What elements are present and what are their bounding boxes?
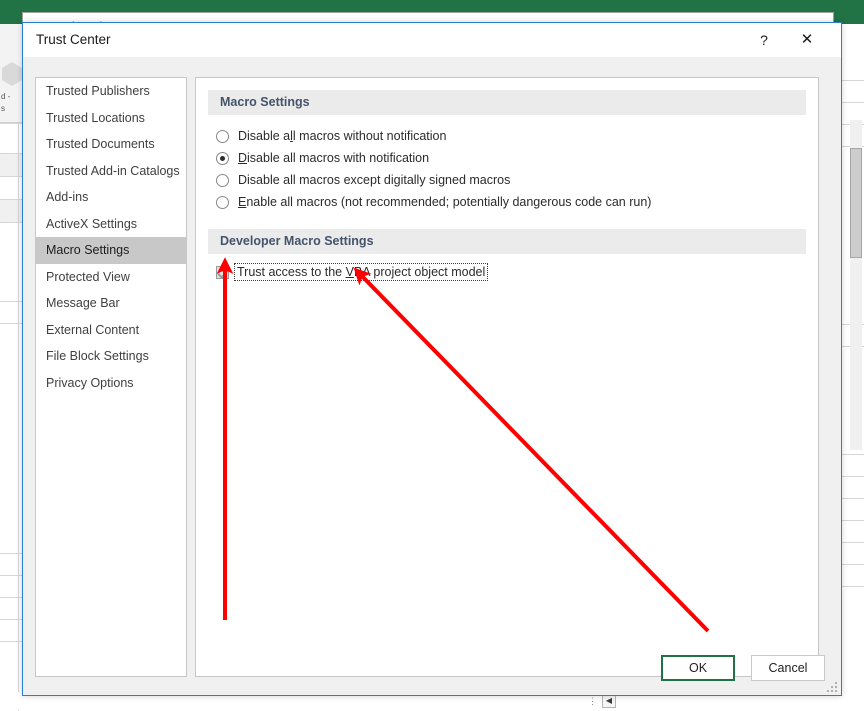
trust-center-content: Trusted Publishers Trusted Locations Tru… xyxy=(23,57,841,695)
excel-sheet-tab-separator: ⋮ xyxy=(588,696,597,706)
checkbox-icon-checked[interactable] xyxy=(216,265,229,279)
radio-icon-checked[interactable] xyxy=(216,151,229,165)
sidebar-item-trusted-documents[interactable]: Trusted Documents xyxy=(36,131,186,158)
macro-settings-section-header: Macro Settings xyxy=(208,90,806,115)
excel-vertical-scrollbar-thumb[interactable] xyxy=(850,148,862,258)
help-icon[interactable]: ? xyxy=(751,28,777,52)
radio-label-disable-all-without-notification: Disable all macros without notification xyxy=(238,129,447,143)
sidebar-item-trusted-publishers[interactable]: Trusted Publishers xyxy=(36,78,186,105)
close-icon[interactable]: ✕ xyxy=(793,28,821,52)
radio-icon-unchecked[interactable] xyxy=(216,173,229,187)
developer-macro-settings-section-header: Developer Macro Settings xyxy=(208,229,806,254)
checkbox-label-prefix: Trust access to the xyxy=(237,265,346,279)
sidebar-item-message-bar[interactable]: Message Bar xyxy=(36,290,186,317)
radio-icon-unchecked[interactable] xyxy=(216,129,229,143)
checkbox-label-trust-access-vba-project: Trust access to the VBA project object m… xyxy=(234,263,489,281)
checkbox-label-suffix: BA project object model xyxy=(353,265,486,279)
excel-ribbon-label-2: s xyxy=(1,104,5,113)
excel-scroll-left-icon[interactable]: ◀ xyxy=(602,694,616,708)
sidebar-item-add-ins[interactable]: Add-ins xyxy=(36,184,186,211)
sidebar-item-trusted-add-in-catalogs[interactable]: Trusted Add-in Catalogs xyxy=(36,158,186,185)
resize-grip-icon[interactable] xyxy=(825,680,837,692)
trust-center-main-pane: Macro Settings Disable all macros withou… xyxy=(195,77,819,677)
radio-enable-all-macros[interactable]: Enable all macros (not recommended; pote… xyxy=(216,191,818,213)
ok-button[interactable]: OK xyxy=(661,655,735,681)
radio-disable-all-with-notification[interactable]: Disable all macros with notification xyxy=(216,147,818,169)
cancel-button[interactable]: Cancel xyxy=(751,655,825,681)
sidebar-item-file-block-settings[interactable]: File Block Settings xyxy=(36,343,186,370)
sidebar-item-protected-view[interactable]: Protected View xyxy=(36,264,186,291)
radio-label-disable-all-with-notification: Disable all macros with notification xyxy=(238,151,430,165)
sidebar-item-privacy-options[interactable]: Privacy Options xyxy=(36,370,186,397)
radio-label-enable-all-macros: Enable all macros (not recommended; pote… xyxy=(238,195,652,209)
trust-center-sidebar[interactable]: Trusted Publishers Trusted Locations Tru… xyxy=(35,77,187,677)
trust-center-dialog[interactable]: Trust Center ? ✕ Trusted Publishers Trus… xyxy=(22,22,842,696)
excel-ribbon-label-1: d - xyxy=(1,92,11,101)
sidebar-item-external-content[interactable]: External Content xyxy=(36,317,186,344)
radio-disable-all-without-notification[interactable]: Disable all macros without notification xyxy=(216,125,818,147)
trust-center-titlebar[interactable]: Trust Center ? ✕ xyxy=(23,23,841,57)
sidebar-item-trusted-locations[interactable]: Trusted Locations xyxy=(36,105,186,132)
checkbox-label-accel: V xyxy=(345,265,354,279)
sidebar-item-activex-settings[interactable]: ActiveX Settings xyxy=(36,211,186,238)
radio-label-disable-except-digitally-signed: Disable all macros except digitally sign… xyxy=(238,173,511,187)
checkbox-trust-access-vba-project[interactable]: Trust access to the VBA project object m… xyxy=(216,263,818,281)
radio-disable-except-digitally-signed[interactable]: Disable all macros except digitally sign… xyxy=(216,169,818,191)
trust-center-title: Trust Center xyxy=(36,32,111,47)
radio-icon-unchecked[interactable] xyxy=(216,195,229,209)
macro-settings-radio-group[interactable]: Disable all macros without notification … xyxy=(216,125,818,213)
sidebar-item-macro-settings[interactable]: Macro Settings xyxy=(36,237,186,264)
